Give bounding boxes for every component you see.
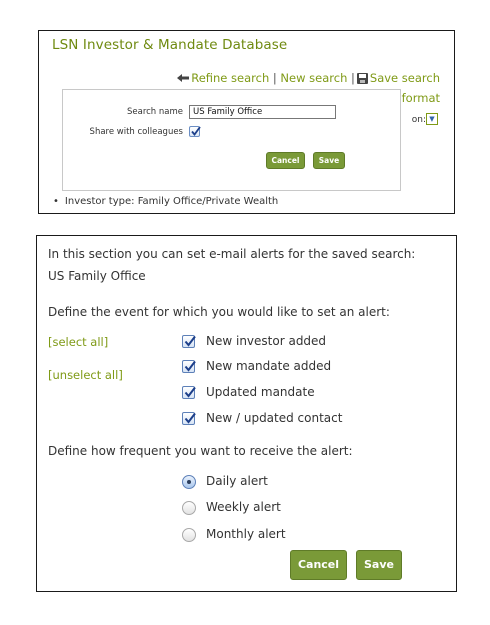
investor-type-text: Investor type: Family Office/Private Wea… — [64, 196, 279, 207]
checkmark-icon — [191, 126, 201, 136]
cancel-button[interactable]: Cancel — [290, 550, 347, 580]
event-prompt: Define the event for which you would lik… — [48, 305, 390, 319]
link-separator: | — [351, 71, 355, 85]
event-label: New investor added — [206, 334, 327, 348]
option-dropdown[interactable]: ▼ — [426, 113, 438, 125]
search-name-label: Search name — [126, 107, 183, 117]
search-actions: Refine search | New search | Save search — [177, 71, 440, 85]
event-checkbox[interactable] — [182, 412, 196, 425]
frequency-label: Daily alert — [206, 474, 268, 488]
checkmark-icon — [184, 335, 196, 347]
save-button[interactable]: Save — [356, 550, 402, 580]
alerts-panel: In this section you can set e-mail alert… — [36, 235, 457, 592]
frequency-radio[interactable] — [182, 475, 196, 489]
save-disk-icon — [356, 73, 368, 84]
bullet-marker: • — [53, 196, 59, 207]
search-panel: LSN Investor & Mandate Database Refine s… — [38, 30, 455, 214]
frequency-radio[interactable] — [182, 528, 196, 542]
share-checkbox[interactable] — [189, 126, 201, 137]
frequency-radio[interactable] — [182, 501, 196, 515]
checkmark-icon — [184, 412, 196, 424]
refine-search-link[interactable]: Refine search — [191, 71, 269, 85]
link-separator: | — [272, 71, 277, 85]
event-checkbox[interactable] — [182, 360, 196, 373]
unselect-all-link[interactable]: [unselect all] — [48, 368, 123, 382]
search-name-input[interactable] — [189, 105, 336, 119]
frequency-label: Weekly alert — [206, 500, 281, 514]
save-search-link[interactable]: Save search — [370, 71, 440, 85]
event-label: New mandate added — [206, 359, 332, 373]
dialog-save-button[interactable]: Save — [313, 152, 345, 169]
save-search-dialog: Search name Share with colleagues Cancel… — [62, 89, 401, 191]
event-checkbox[interactable] — [182, 335, 196, 348]
saved-search-name: US Family Office — [48, 269, 146, 283]
event-label: New / updated contact — [206, 411, 343, 425]
share-label: Share with colleagues — [89, 127, 183, 137]
criteria-item: • Investor type: Family Office/Private We… — [53, 196, 278, 207]
option-label: on: — [411, 115, 426, 125]
arrow-left-icon — [177, 72, 190, 82]
alerts-intro: In this section you can set e-mail alert… — [48, 247, 416, 261]
checkmark-icon — [184, 360, 196, 372]
format-link[interactable]: format — [402, 91, 440, 105]
dialog-cancel-button[interactable]: Cancel — [266, 152, 305, 169]
frequency-label: Monthly alert — [206, 527, 286, 541]
page-title: LSN Investor & Mandate Database — [52, 37, 288, 53]
new-search-link[interactable]: New search — [280, 71, 347, 85]
select-all-link[interactable]: [select all] — [48, 335, 108, 349]
checkmark-icon — [184, 386, 196, 398]
event-checkbox[interactable] — [182, 386, 196, 399]
event-label: Updated mandate — [206, 385, 315, 399]
frequency-prompt: Define how frequent you want to receive … — [48, 444, 353, 458]
